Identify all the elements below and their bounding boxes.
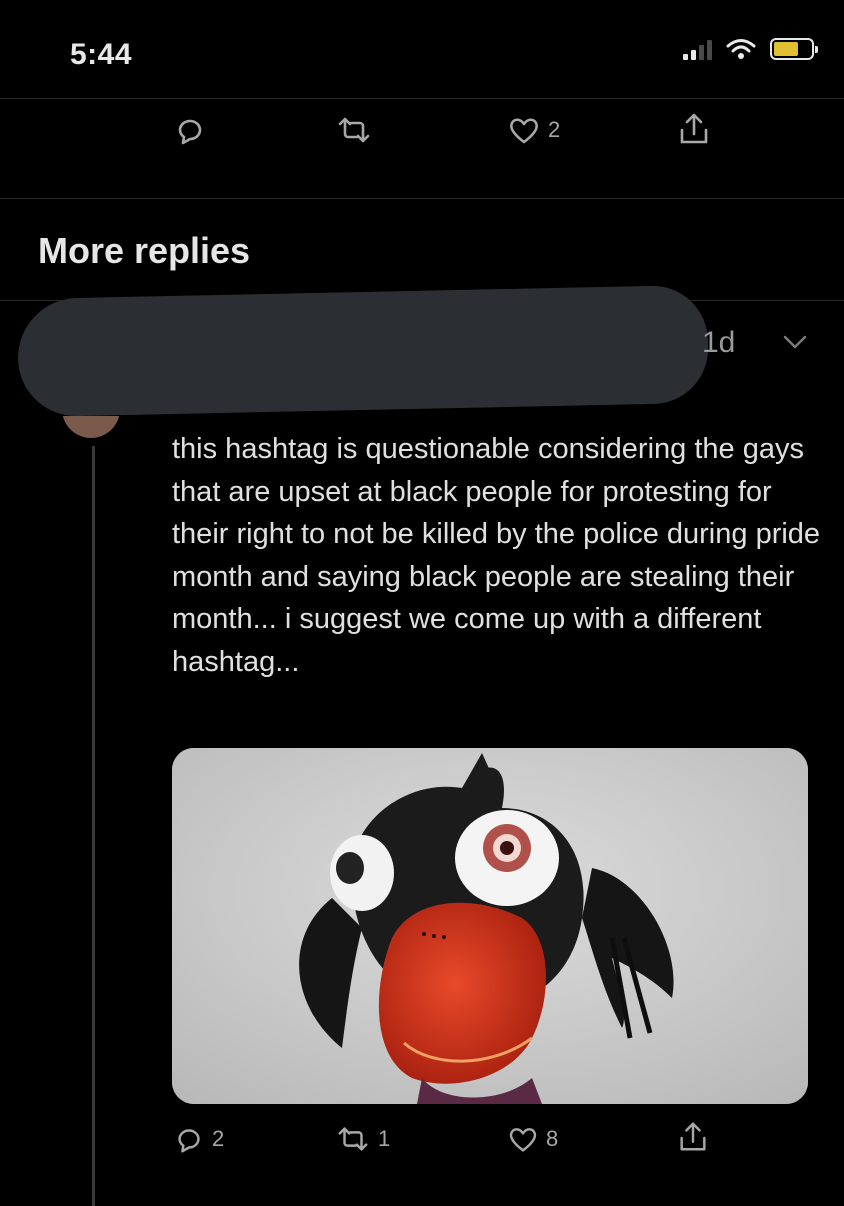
like-count: 8 [546,1126,559,1151]
divider [0,198,844,199]
like-button[interactable]: 2 [506,112,560,148]
reply-count: 2 [212,1126,225,1151]
wifi-icon [726,39,756,59]
reply-icon [178,119,202,145]
like-count: 2 [548,117,561,142]
retweet-icon [338,117,370,143]
battery-icon [770,38,818,60]
divider [0,98,844,99]
puppet-image [172,748,808,1104]
share-icon [680,113,708,144]
share-button[interactable] [676,1118,710,1156]
reply-icon [178,1129,200,1153]
share-icon [680,1122,706,1151]
retweet-icon [338,1127,368,1151]
retweet-button[interactable] [334,112,374,148]
reply-button[interactable]: 2 [172,1122,224,1156]
signal-icon [683,38,712,60]
like-icon [509,1128,537,1152]
reply-timestamp: 1d [702,326,736,359]
retweet-button[interactable]: 1 [334,1122,390,1156]
thread-line [92,446,95,1206]
reply-button[interactable] [172,112,208,148]
status-icons [683,38,818,60]
retweet-count: 1 [378,1126,391,1151]
like-button[interactable]: 8 [506,1122,558,1156]
reply-media-image[interactable] [172,748,808,1104]
status-time: 5:44 [70,38,133,71]
chevron-down-icon[interactable] [782,333,808,351]
redacted-username [16,284,710,418]
share-button[interactable] [676,110,712,148]
section-title: More replies [38,230,251,271]
reply-text: this hashtag is questionable considering… [172,433,821,678]
avatar[interactable] [62,416,120,438]
like-icon [510,118,538,144]
